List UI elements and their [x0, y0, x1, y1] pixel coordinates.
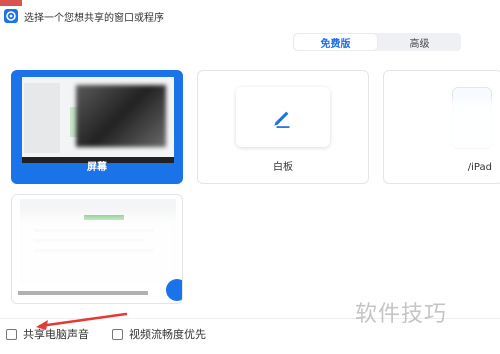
share-option-screen[interactable]: 屏幕: [11, 70, 183, 184]
ipad-label: /iPad: [467, 162, 492, 173]
title-bar: 选择一个您想共享的窗口或程序: [0, 6, 500, 26]
screen-label: 屏幕: [87, 162, 107, 173]
tab-premium[interactable]: 高级: [378, 33, 461, 51]
app-badge-icon: [166, 279, 182, 301]
whiteboard-tile: [236, 87, 330, 147]
share-option-window[interactable]: [11, 194, 183, 304]
meeting-app-icon: [4, 9, 18, 23]
edition-tabs: 免费版 高级: [293, 33, 461, 51]
window-title: 选择一个您想共享的窗口或程序: [24, 12, 164, 24]
share-audio-checkbox[interactable]: [6, 328, 17, 340]
annotation-arrow-icon: [36, 312, 128, 330]
whiteboard-label: 白板: [273, 162, 293, 173]
share-option-ipad[interactable]: /iPad: [383, 70, 500, 184]
tab-free[interactable]: 免费版: [294, 34, 377, 50]
screen-thumbnail: [22, 77, 174, 163]
pencil-icon: [274, 111, 290, 128]
watermark-text: 软件技巧: [355, 302, 448, 327]
video-smooth-label: 视频流畅度优先: [129, 328, 206, 341]
share-option-whiteboard[interactable]: 白板: [197, 70, 369, 184]
